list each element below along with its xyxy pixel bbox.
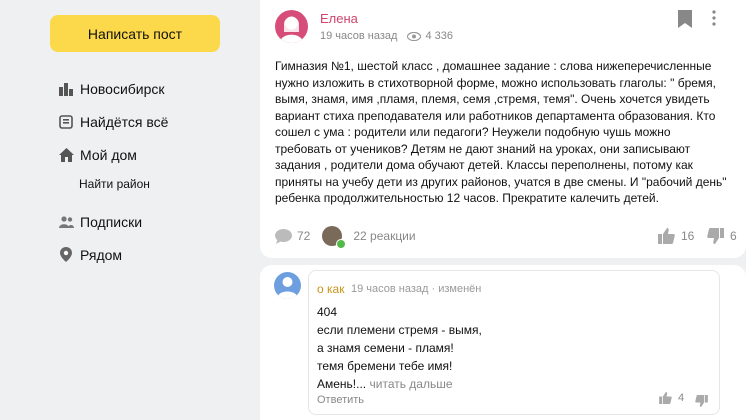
dislike-button[interactable]: 6 — [707, 228, 737, 244]
comment-like-button[interactable]: 4 — [659, 392, 684, 404]
comments-button[interactable]: 72 — [275, 228, 311, 244]
post-footer: 72 22 реакции 16 6 — [275, 225, 745, 249]
post-card: Елена 19 часов назад 4 336 Гимназия №1, … — [260, 0, 746, 258]
sidebar-subitem-find-district[interactable]: Найти район — [58, 169, 258, 199]
thumbs-up-icon — [658, 228, 675, 244]
comment-likes-count: 4 — [678, 392, 685, 404]
sidebar-item-moy-dom[interactable]: Мой дом — [58, 138, 258, 171]
comments-section: о как 19 часов назад · изменён 404 если … — [260, 265, 746, 420]
more-options-icon[interactable] — [712, 10, 720, 28]
commenter-avatar[interactable] — [274, 272, 301, 299]
comment: о как 19 часов назад · изменён 404 если … — [308, 270, 720, 415]
reaction-avatar — [322, 226, 347, 249]
comment-author[interactable]: о как — [317, 282, 344, 296]
post-body: Гимназия №1, шестой класс , домашнее зад… — [275, 59, 727, 205]
sidebar-item-label: Найдётся всё — [80, 113, 169, 130]
comment-meta: 19 часов назад · изменён — [351, 283, 482, 295]
comment-line: темя бремени тебе имя! — [317, 359, 453, 373]
eye-icon — [407, 31, 422, 41]
likes-count: 16 — [681, 229, 695, 243]
post-time: 19 часов назад — [320, 30, 398, 42]
sidebar-item-subscriptions[interactable]: Подписки — [58, 205, 258, 238]
thumbs-down-icon — [695, 395, 708, 407]
write-post-button[interactable]: Написать пост — [50, 15, 220, 52]
location-pin-icon — [58, 247, 74, 263]
thumbs-down-icon — [707, 228, 724, 244]
post-author[interactable]: Елена — [320, 11, 358, 26]
home-icon — [58, 147, 74, 163]
post-meta: 19 часов назад 4 336 — [320, 30, 453, 42]
city-icon — [58, 81, 74, 97]
sidebar-item-label: Подписки — [80, 213, 143, 230]
sidebar-nav: Новосибирск Найдётся всё Мой дом Найти р… — [58, 72, 258, 271]
sidebar-item-naydetsya-vse[interactable]: Найдётся всё — [58, 105, 258, 138]
sidebar-item-label: Новосибирск — [80, 80, 165, 97]
post-views: 4 336 — [407, 30, 453, 42]
bookmark-icon[interactable] — [678, 10, 692, 28]
reactions-button[interactable]: 22 реакции — [322, 226, 416, 249]
comment-line: Амень!... — [317, 377, 367, 391]
thumbs-up-icon — [659, 392, 672, 404]
dislikes-count: 6 — [730, 229, 737, 243]
comment-body: 404 если племени стремя - вымя, а знамя … — [317, 303, 707, 393]
comment-line: а знамя семени - пламя! — [317, 341, 454, 355]
read-more-link[interactable]: читать дальше — [370, 377, 453, 391]
sidebar-item-nearby[interactable]: Рядом — [58, 238, 258, 271]
sidebar-item-label: Мой дом — [80, 146, 137, 163]
comment-icon — [275, 228, 292, 244]
reply-button[interactable]: Ответить — [317, 394, 364, 406]
author-avatar[interactable] — [275, 10, 308, 43]
like-button[interactable]: 16 — [658, 228, 694, 244]
comment-line: если племени стремя - вымя, — [317, 323, 482, 337]
comments-count: 72 — [297, 229, 311, 243]
reaction-badge-icon — [336, 239, 347, 249]
board-icon — [58, 114, 74, 130]
reactions-count: 22 реакции — [353, 229, 416, 243]
post-views-count: 4 336 — [425, 30, 453, 42]
people-icon — [58, 214, 74, 230]
comment-line: 404 — [317, 305, 338, 319]
sidebar-item-novosibirsk[interactable]: Новосибирск — [58, 72, 258, 105]
sidebar-item-label: Рядом — [80, 246, 123, 263]
comment-dislike-button[interactable] — [695, 394, 708, 412]
